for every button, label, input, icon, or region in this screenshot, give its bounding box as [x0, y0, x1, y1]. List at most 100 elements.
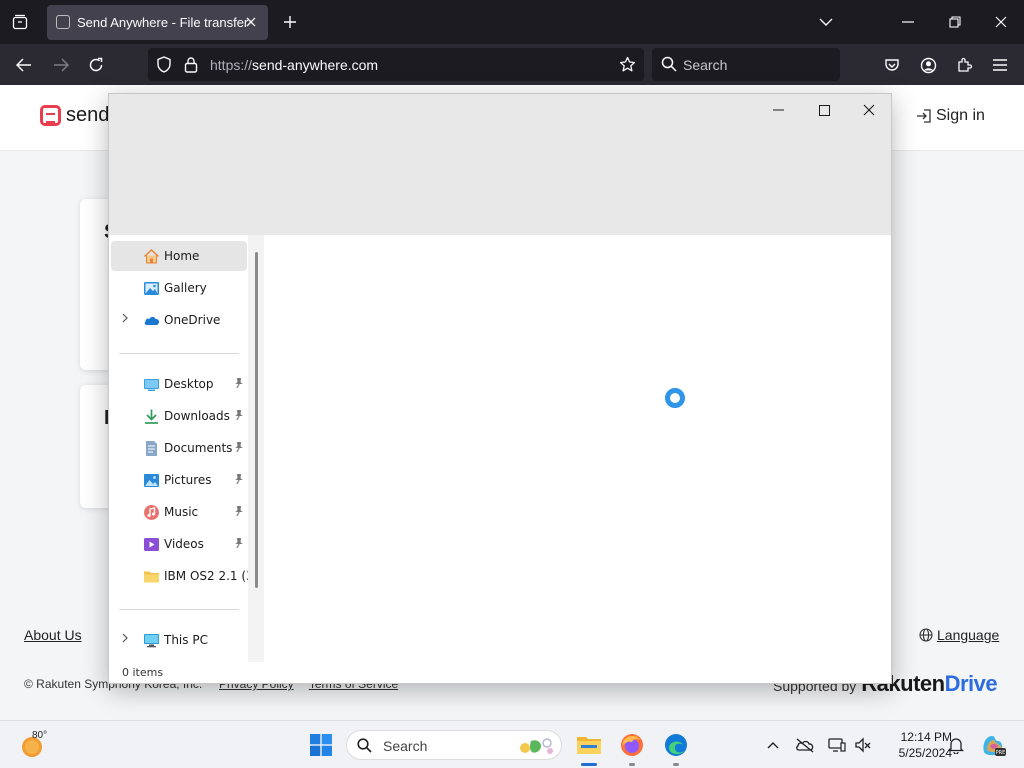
weather-temperature: 80° — [32, 730, 48, 741]
firefox-running-indicator — [629, 763, 635, 766]
nav-separator — [119, 609, 239, 610]
taskbar: 80° Search 12:14 PM 5/25/2024 PRE — [0, 720, 1024, 768]
reload-icon[interactable] — [82, 51, 110, 79]
dialog-close-icon[interactable] — [846, 96, 892, 124]
about-us-link[interactable]: About Us — [24, 627, 82, 643]
sign-in-label: Sign in — [936, 107, 985, 124]
dialog-title-bar[interactable] — [109, 94, 891, 235]
clock-date: 5/25/2024 — [898, 746, 952, 760]
videos-icon — [143, 536, 160, 553]
firefox-icon[interactable] — [616, 729, 648, 761]
file-explorer-running-indicator — [581, 763, 597, 766]
nav-item-pictures[interactable]: Pictures — [111, 465, 247, 495]
nav-item-downloads[interactable]: Downloads — [111, 401, 247, 431]
search-placeholder: Search — [683, 57, 728, 73]
pin-icon[interactable] — [234, 473, 246, 487]
clock-time: 12:14 PM — [900, 730, 952, 744]
network-display-tray-icon[interactable] — [827, 735, 847, 755]
file-explorer-icon[interactable] — [573, 729, 605, 761]
globe-icon — [919, 628, 933, 642]
nav-item-onedrive[interactable]: OneDrive — [111, 305, 247, 335]
nav-item-desktop[interactable]: Desktop — [111, 369, 247, 399]
desktop-icon — [143, 376, 160, 393]
nav-item-home[interactable]: Home — [111, 241, 247, 271]
url-scheme: https:// — [210, 57, 253, 73]
nav-separator — [119, 353, 239, 354]
nav-scrollbar-thumb[interactable] — [255, 252, 258, 588]
show-hidden-icons-chevron-up-icon[interactable] — [763, 735, 783, 755]
nav-label-downloads: Downloads — [164, 409, 230, 423]
nav-item-music[interactable]: Music — [111, 497, 247, 527]
new-tab-icon[interactable] — [276, 8, 304, 36]
close-window-icon[interactable] — [987, 8, 1015, 36]
pin-icon[interactable] — [234, 377, 246, 391]
nav-label-documents: Documents — [164, 441, 233, 455]
sign-in-icon — [917, 109, 931, 123]
documents-icon — [143, 440, 160, 457]
bookmark-star-icon[interactable] — [619, 56, 636, 76]
pin-icon[interactable] — [234, 537, 246, 551]
extensions-icon[interactable] — [950, 51, 978, 79]
nav-item-this-pc[interactable]: This PC — [111, 625, 247, 655]
tab-overview-icon[interactable] — [6, 8, 34, 36]
address-bar[interactable]: https://send-anywhere.com — [148, 48, 644, 81]
file-open-dialog: Home Gallery OneDrive Desktop Downloads … — [108, 93, 892, 684]
minimize-window-icon[interactable] — [894, 8, 922, 36]
nav-item-videos[interactable]: Videos — [111, 529, 247, 559]
tracking-shield-icon[interactable] — [156, 56, 172, 76]
dialog-maximize-icon[interactable] — [801, 96, 847, 124]
forward-arrow-icon[interactable] — [47, 51, 75, 79]
nav-item-documents[interactable]: Documents — [111, 433, 247, 463]
tab-send-anywhere[interactable]: Send Anywhere - File transfer — [47, 5, 268, 40]
nav-item-ibm-os2[interactable]: IBM OS2 2.1 (3.5 — [111, 561, 265, 591]
start-button-windows-icon[interactable] — [305, 729, 337, 761]
language-selector[interactable]: Language — [919, 627, 999, 643]
expand-chevron-icon[interactable] — [121, 633, 133, 647]
back-arrow-icon[interactable] — [10, 51, 38, 79]
edge-running-indicator — [673, 763, 679, 766]
pictures-icon — [143, 472, 160, 489]
close-tab-icon[interactable] — [242, 13, 260, 31]
pin-icon[interactable] — [234, 505, 246, 519]
brand-accent: Drive — [944, 671, 998, 696]
nav-label-music: Music — [164, 505, 199, 519]
list-tabs-chevron-down-icon[interactable] — [812, 8, 840, 36]
menu-hamburger-icon[interactable] — [986, 51, 1014, 79]
lock-icon[interactable] — [184, 56, 198, 76]
nav-label-onedrive: OneDrive — [164, 313, 221, 327]
pin-icon[interactable] — [234, 409, 246, 423]
nav-item-gallery[interactable]: Gallery — [111, 273, 247, 303]
language-label: Language — [937, 627, 1000, 643]
nav-label-desktop: Desktop — [164, 377, 214, 391]
svg-text:PRE: PRE — [996, 750, 1006, 756]
copilot-icon[interactable]: PRE — [977, 729, 1009, 761]
onedrive-offline-tray-icon[interactable] — [795, 735, 815, 755]
downloads-icon — [143, 408, 160, 425]
site-favicon-icon — [56, 15, 70, 29]
url-text: https://send-anywhere.com — [210, 57, 378, 73]
edge-icon[interactable] — [660, 729, 692, 761]
send-anywhere-logo-icon — [40, 105, 61, 126]
volume-tray-icon[interactable] — [853, 735, 873, 755]
loading-spinner-icon — [665, 388, 685, 408]
notifications-bell-icon[interactable] — [946, 735, 966, 755]
nav-label-gallery: Gallery — [164, 281, 207, 295]
browser-search-input[interactable]: Search — [652, 48, 840, 81]
restore-window-icon[interactable] — [941, 8, 969, 36]
nav-label-this-pc: This PC — [164, 633, 208, 647]
pocket-icon[interactable] — [878, 51, 906, 79]
pin-icon[interactable] — [234, 441, 246, 455]
taskbar-clock[interactable]: 12:14 PM 5/25/2024 — [876, 729, 952, 761]
expand-chevron-icon[interactable] — [121, 313, 133, 327]
footer-links: About Us I — [24, 627, 111, 643]
folder-icon — [143, 568, 160, 585]
browser-tab-bar: Send Anywhere - File transfer — [0, 0, 1024, 44]
account-icon[interactable] — [914, 51, 942, 79]
sign-in-link[interactable]: Sign in — [916, 107, 985, 125]
file-list-area[interactable] — [264, 235, 891, 683]
browser-nav-bar: https://send-anywhere.com Search — [0, 44, 1024, 85]
taskbar-search-input[interactable]: Search — [346, 730, 562, 760]
search-icon — [357, 738, 372, 756]
nav-label-pictures: Pictures — [164, 473, 212, 487]
dialog-minimize-icon[interactable] — [755, 96, 801, 124]
